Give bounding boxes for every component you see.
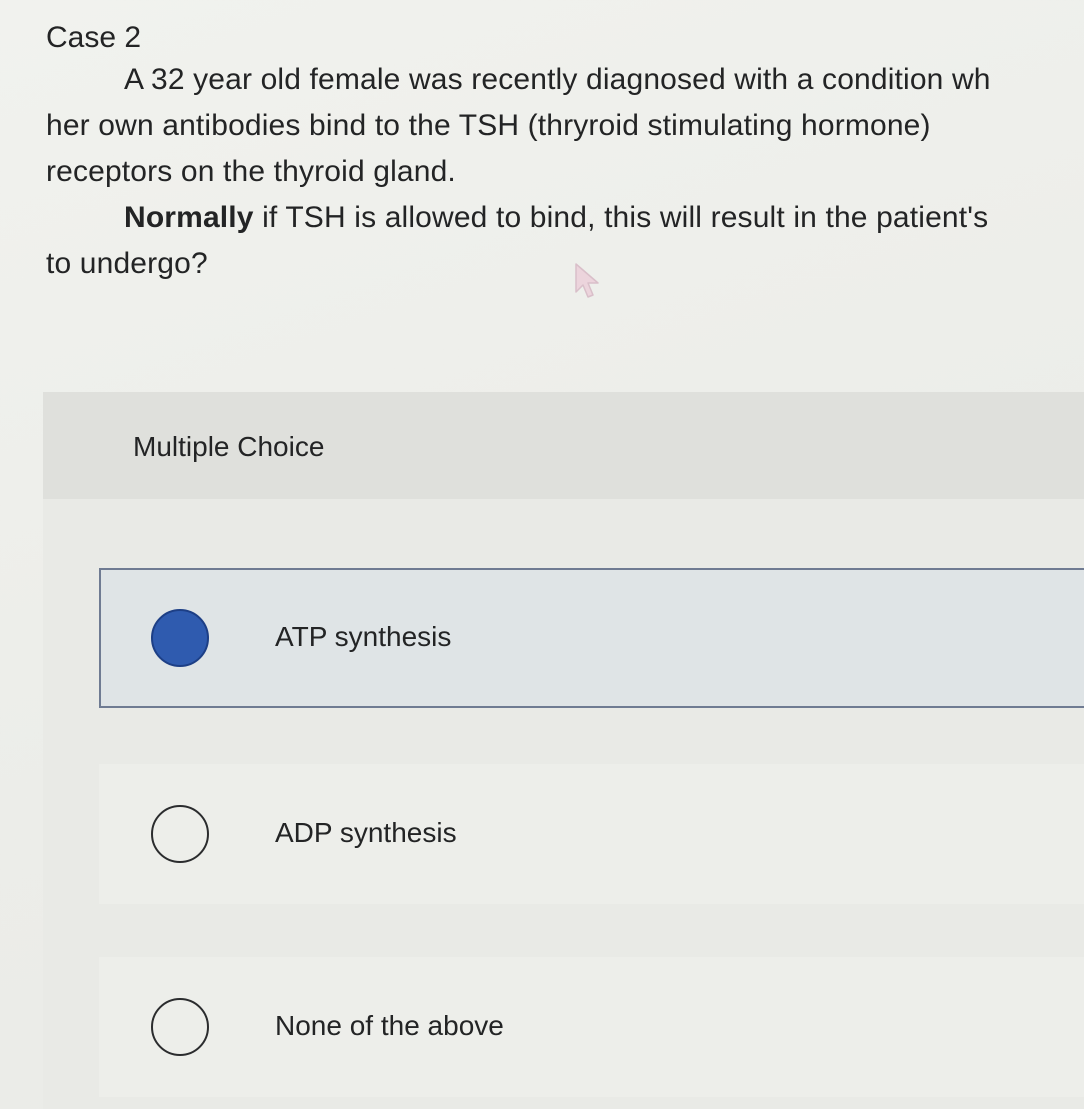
radio-selected-icon[interactable] — [151, 609, 209, 667]
option-label: ADP synthesis — [275, 817, 457, 848]
radio-empty-icon[interactable] — [151, 805, 209, 863]
question-line-3: receptors on the thyroid gland. — [46, 155, 456, 188]
question-text: A 32 year old female was recently diagno… — [46, 57, 1084, 287]
question-line-4: Normally if TSH is allowed to bind, this… — [46, 195, 1084, 241]
question-line-4-rest: if TSH is allowed to bind, this will res… — [253, 201, 989, 234]
option-none-of-the-above[interactable]: None of the above — [99, 957, 1084, 1097]
multiple-choice-header: Multiple Choice — [43, 392, 1084, 499]
mouse-pointer-icon — [575, 263, 599, 298]
option-atp-synthesis[interactable]: ATP synthesis — [99, 568, 1084, 708]
option-label: ATP synthesis — [275, 621, 452, 652]
question-emphasis: Normally — [124, 201, 254, 234]
question-line-5: to undergo? — [46, 247, 208, 280]
question-line-1: A 32 year old female was recently diagno… — [124, 63, 991, 96]
option-label: None of the above — [275, 1010, 504, 1041]
case-title: Case 2 — [46, 21, 142, 54]
question-line-2: her own antibodies bind to the TSH (thry… — [46, 109, 931, 142]
multiple-choice-label: Multiple Choice — [133, 431, 325, 462]
radio-empty-icon[interactable] — [151, 998, 209, 1056]
option-adp-synthesis[interactable]: ADP synthesis — [99, 764, 1084, 904]
multiple-choice-panel: Multiple Choice ATP synthesis ADP synthe… — [43, 392, 1084, 1109]
